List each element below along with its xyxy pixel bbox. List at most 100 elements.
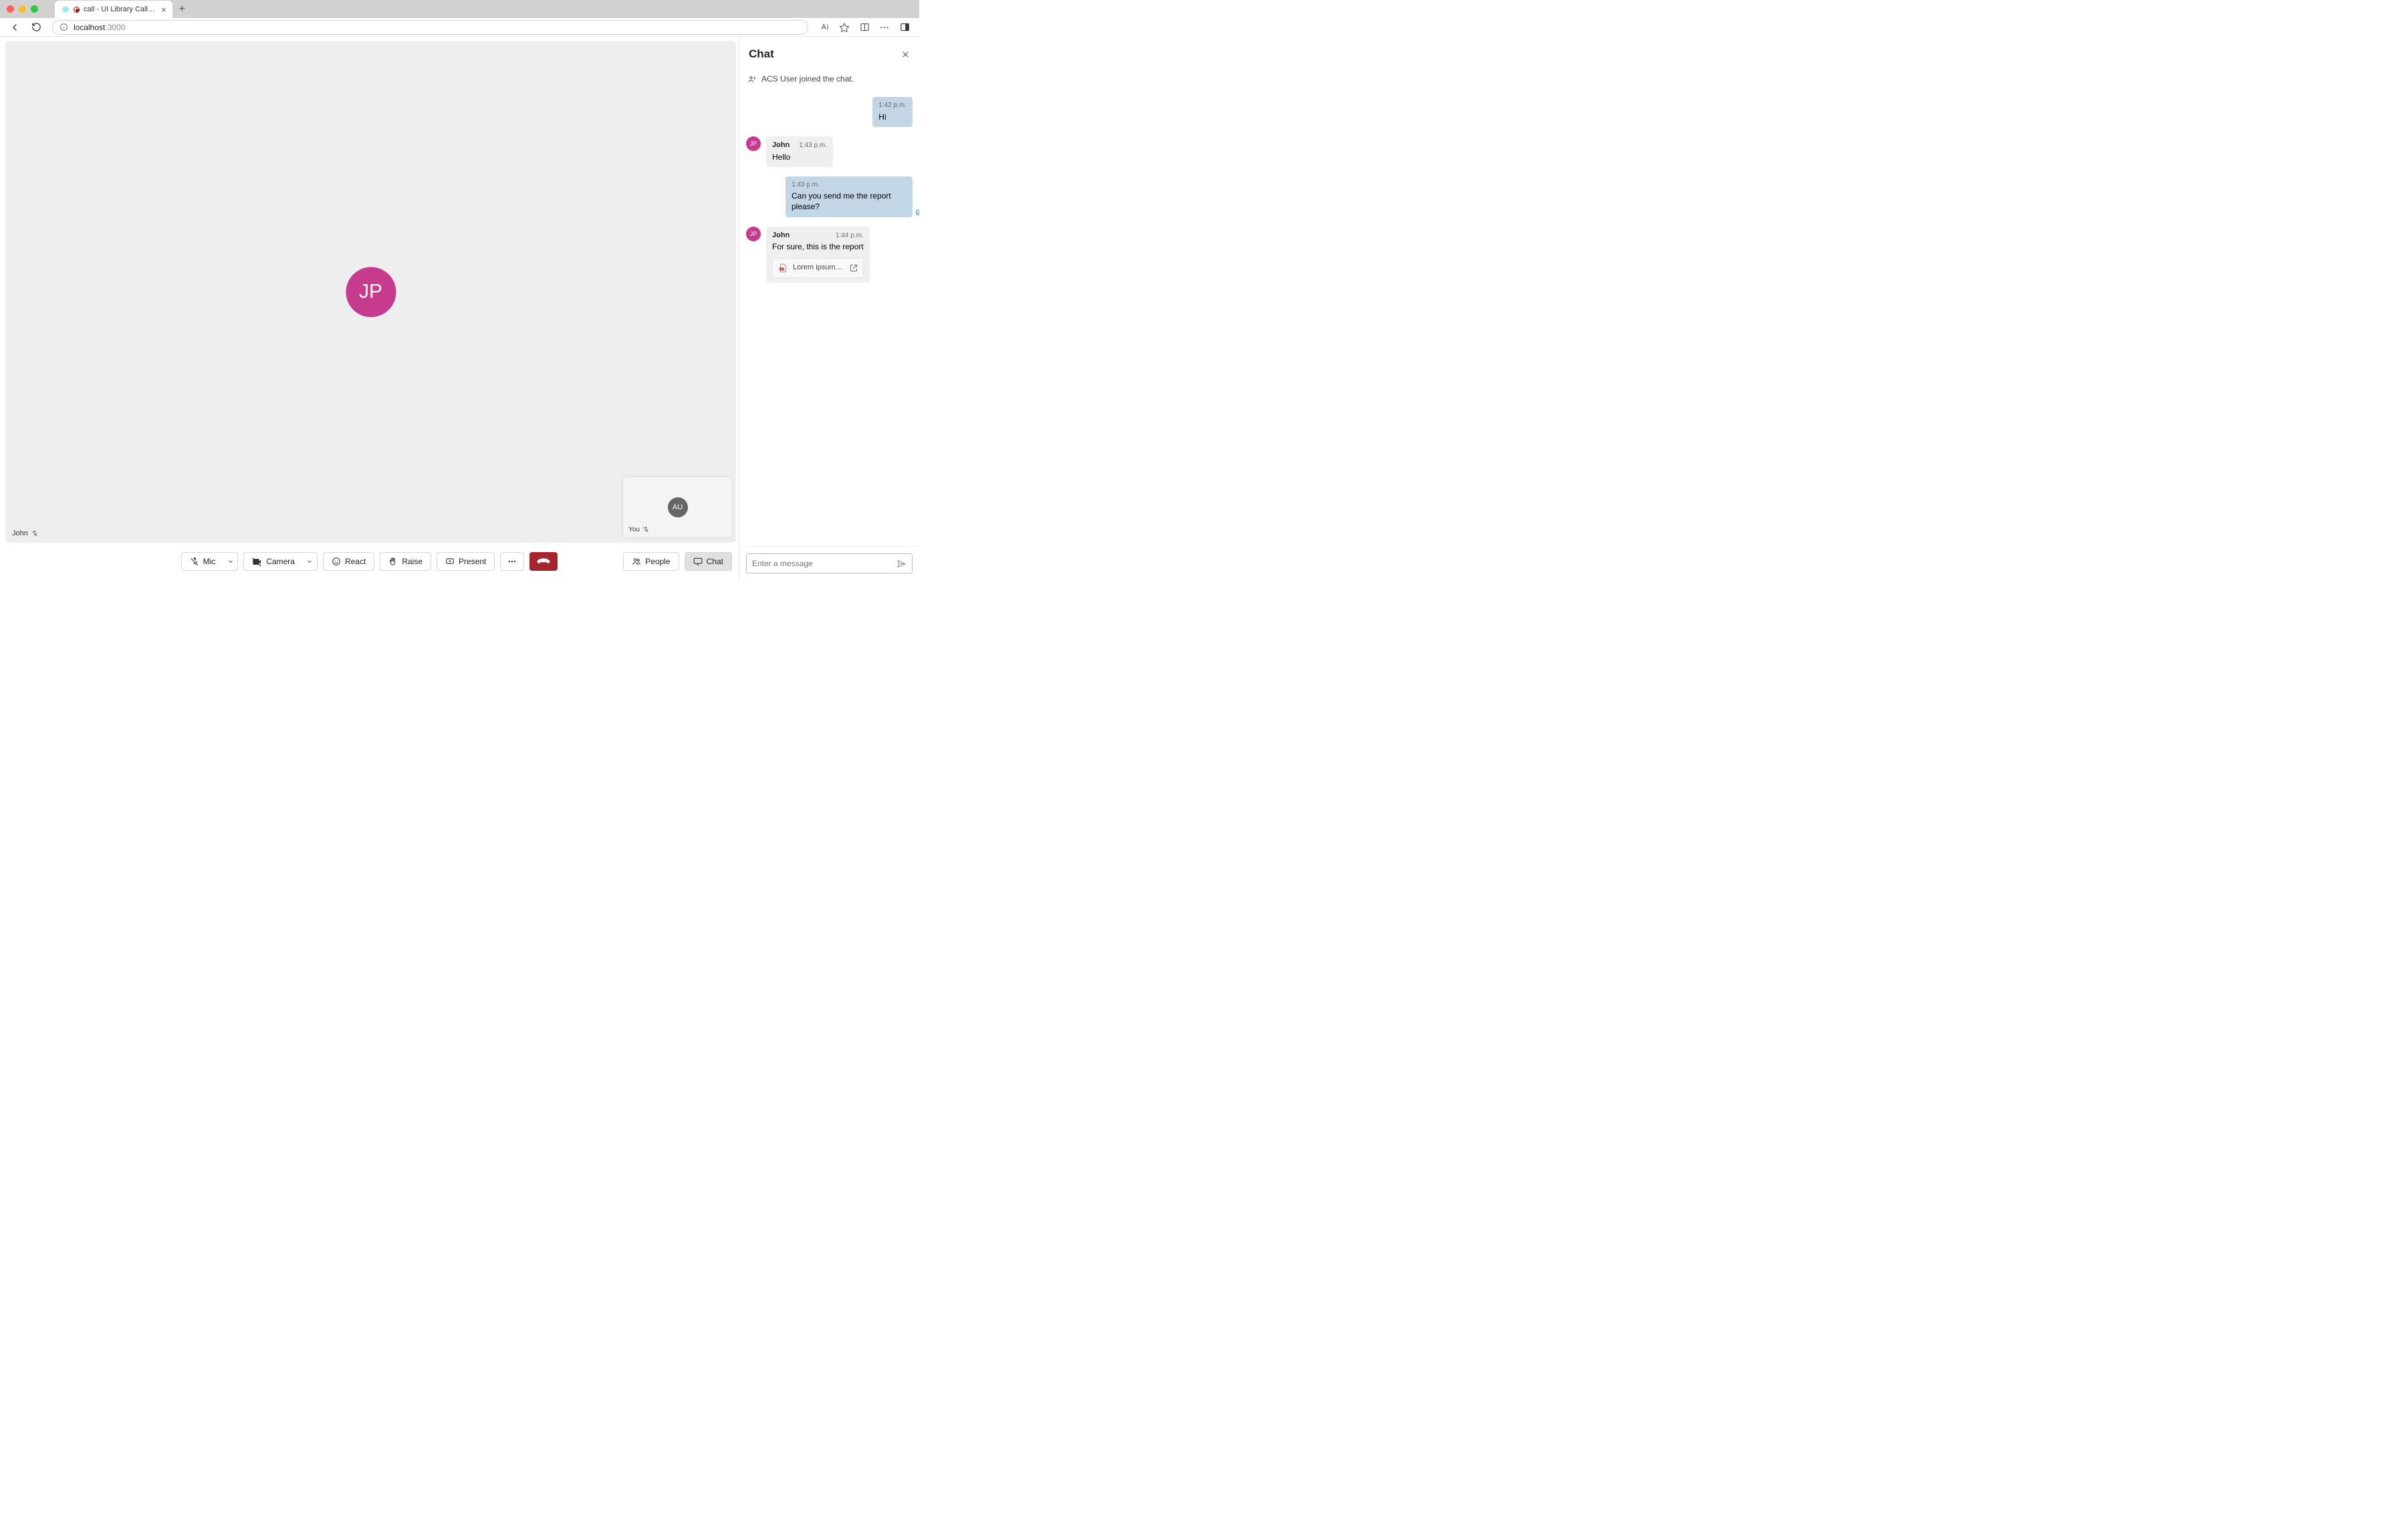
- self-avatar: AU: [668, 497, 688, 517]
- open-external-icon[interactable]: [850, 264, 858, 272]
- people-button[interactable]: People: [623, 552, 679, 571]
- tab-strip: call - UI Library Call With C × +: [55, 0, 185, 18]
- chat-bubble-incoming: John 1:43 p.m. Hello: [766, 136, 833, 167]
- camera-off-icon: [252, 557, 262, 567]
- self-mic-off-icon: [642, 525, 649, 533]
- chat-bubble-outgoing: 1:42 p.m. Hi: [872, 97, 913, 127]
- person-joined-icon: [747, 75, 756, 84]
- sender-avatar: JP: [746, 136, 761, 151]
- favorite-icon[interactable]: [839, 22, 850, 33]
- browser-toolbar: localhost:3000: [0, 18, 919, 37]
- share-screen-icon: [445, 557, 455, 566]
- chat-close-button[interactable]: [901, 50, 910, 59]
- remote-name-text: John: [12, 529, 28, 537]
- chat-message: 1:43 p.m. Can you send me the report ple…: [746, 176, 913, 217]
- mic-button[interactable]: Mic: [181, 552, 224, 571]
- mic-off-icon: [190, 557, 199, 566]
- toolbar-right-icons: [819, 22, 910, 33]
- self-label-text: You: [628, 526, 640, 533]
- chat-panel: Chat ACS User joined the chat. 1:42 p.m.…: [739, 37, 919, 580]
- system-message-text: ACS User joined the chat.: [761, 74, 854, 84]
- chat-attachment[interactable]: PDF Lorem ipsum…: [772, 258, 864, 278]
- hangup-button[interactable]: [529, 552, 558, 571]
- back-button[interactable]: [9, 22, 20, 33]
- msg-time: 1:43 p.m.: [799, 141, 827, 150]
- url-port: :3000: [105, 23, 125, 32]
- raise-hand-button[interactable]: Raise: [380, 552, 431, 571]
- raise-label: Raise: [402, 557, 423, 566]
- more-icon[interactable]: [879, 22, 890, 33]
- mic-off-icon: [31, 529, 38, 537]
- msg-text: For sure, this is the report: [772, 242, 864, 251]
- remote-participant-avatar: JP: [346, 267, 396, 317]
- people-icon: [632, 557, 641, 566]
- split-screen-icon[interactable]: [859, 22, 870, 33]
- self-video-tile[interactable]: AU You: [623, 477, 732, 537]
- chat-bubble-incoming: John 1:44 p.m. For sure, this is the rep…: [766, 227, 870, 283]
- new-tab-button[interactable]: +: [179, 3, 185, 15]
- camera-split-button: Camera: [243, 552, 318, 571]
- browser-tab[interactable]: call - UI Library Call With C ×: [55, 1, 172, 18]
- window-zoom-button[interactable]: [31, 5, 38, 13]
- browser-titlebar: call - UI Library Call With C × +: [0, 0, 919, 18]
- camera-button[interactable]: Camera: [243, 552, 303, 571]
- svg-text:PDF: PDF: [779, 267, 784, 270]
- chat-input[interactable]: [746, 553, 913, 574]
- msg-text: Can you send me the report please?: [792, 191, 891, 211]
- sender-name: John: [772, 140, 790, 150]
- window-close-button[interactable]: [7, 5, 14, 13]
- tab-close-icon[interactable]: ×: [161, 5, 166, 14]
- app-root: JP John AU You: [0, 37, 919, 580]
- mic-options-button[interactable]: [223, 552, 238, 571]
- present-button[interactable]: Present: [437, 552, 495, 571]
- call-stage: JP John AU You: [5, 41, 736, 543]
- tab-recording-icon: [74, 7, 80, 13]
- call-stage-wrap: JP John AU You: [0, 37, 739, 580]
- tab-title: call - UI Library Call With C: [84, 5, 157, 13]
- people-label: People: [645, 557, 670, 566]
- read-receipt-icon: [915, 209, 919, 216]
- raise-hand-icon: [388, 557, 398, 566]
- react-button[interactable]: React: [323, 552, 374, 571]
- chat-toggle-button[interactable]: Chat: [685, 552, 732, 571]
- right-side-buttons: People Chat: [623, 552, 732, 571]
- chat-text-input[interactable]: [752, 559, 891, 568]
- url-host: localhost: [74, 23, 105, 32]
- self-label: You: [628, 525, 649, 533]
- sender-name: John: [772, 231, 790, 241]
- remote-participant-label: John: [12, 529, 38, 537]
- mic-label: Mic: [203, 557, 216, 566]
- chat-message: JP John 1:43 p.m. Hello: [746, 136, 913, 167]
- msg-time: 1:42 p.m.: [878, 101, 907, 110]
- msg-text: Hello: [772, 152, 790, 162]
- mic-split-button: Mic: [181, 552, 239, 571]
- react-favicon-icon: [61, 5, 70, 14]
- chat-message: JP John 1:44 p.m. For sure, this is the …: [746, 227, 913, 283]
- sidebar-toggle-icon[interactable]: [899, 22, 910, 33]
- react-label: React: [345, 557, 366, 566]
- read-aloud-icon[interactable]: [819, 22, 830, 33]
- msg-text: Hi: [878, 112, 886, 122]
- chat-system-message: ACS User joined the chat.: [746, 73, 913, 88]
- send-button[interactable]: [896, 559, 907, 569]
- chat-icon: [693, 557, 703, 566]
- site-info-icon[interactable]: [59, 23, 68, 31]
- chat-body: ACS User joined the chat. 1:42 p.m. Hi J…: [739, 68, 919, 546]
- chat-message: 1:42 p.m. Hi: [746, 97, 913, 127]
- chat-header: Chat: [739, 37, 919, 68]
- chat-title: Chat: [749, 47, 774, 61]
- chat-bubble-outgoing: 1:43 p.m. Can you send me the report ple…: [786, 176, 913, 217]
- present-label: Present: [459, 557, 486, 566]
- address-bar[interactable]: localhost:3000: [52, 20, 808, 35]
- reload-button[interactable]: [31, 22, 41, 33]
- msg-time: 1:43 p.m.: [792, 180, 907, 190]
- chat-label: Chat: [707, 557, 723, 566]
- camera-label: Camera: [266, 557, 295, 566]
- emoji-icon: [332, 557, 341, 566]
- chat-input-row: [739, 546, 919, 580]
- more-actions-button[interactable]: [500, 552, 524, 571]
- window-minimize-button[interactable]: [19, 5, 26, 13]
- camera-options-button[interactable]: [303, 552, 318, 571]
- attachment-name: Lorem ipsum…: [793, 263, 844, 273]
- msg-time: 1:44 p.m.: [836, 231, 864, 241]
